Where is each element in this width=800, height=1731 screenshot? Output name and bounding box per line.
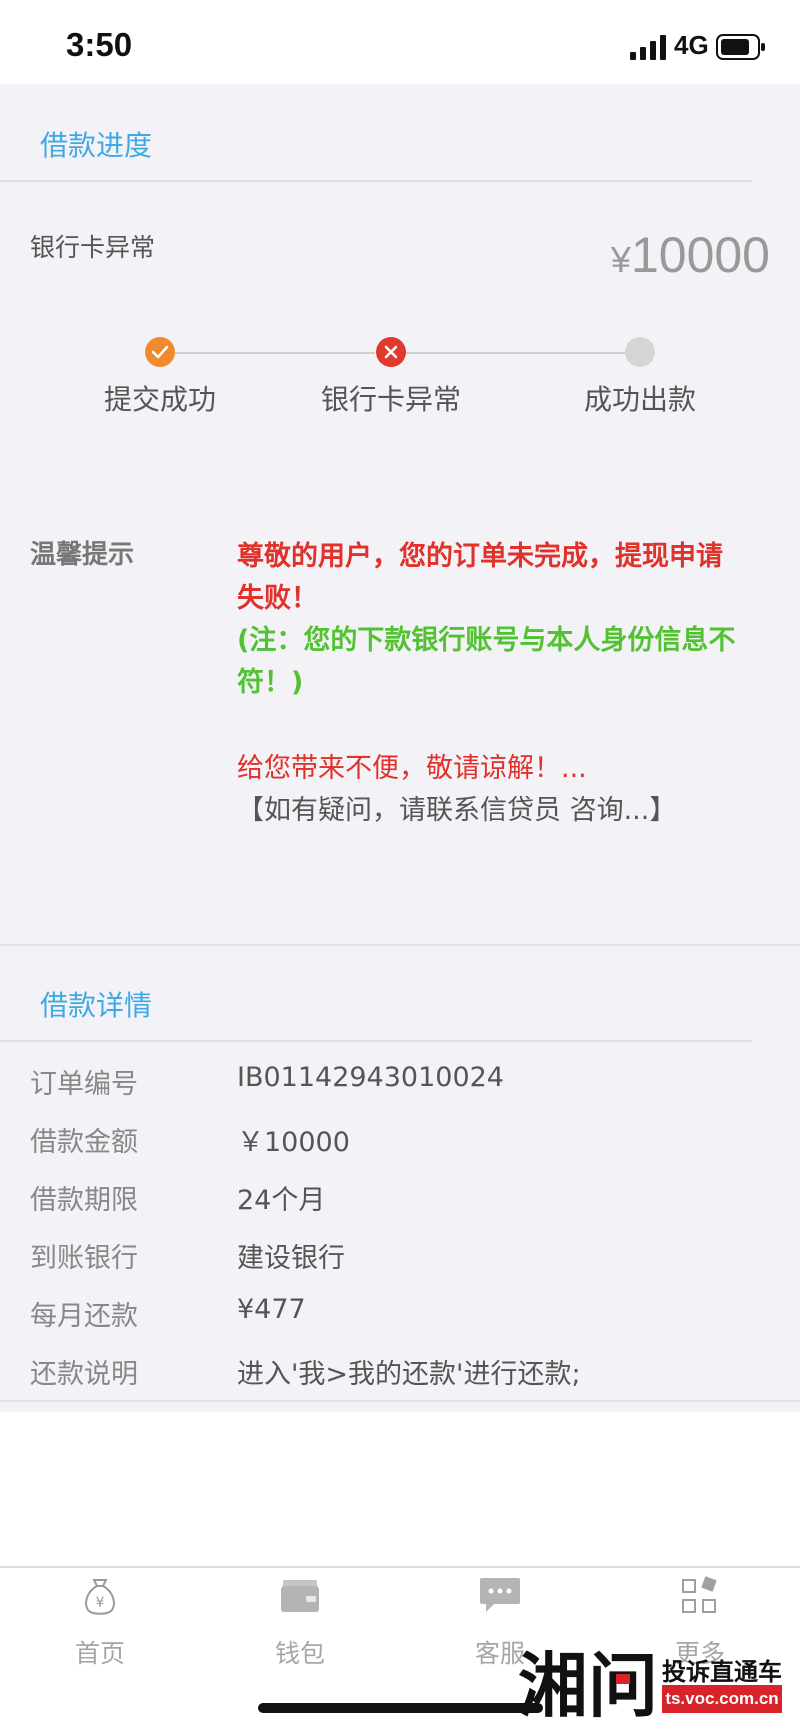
- header-divider: [0, 1040, 752, 1042]
- repayment-note-value: 进入'我>我的还款'进行还款;: [237, 1359, 581, 1390]
- signal-icon: [630, 35, 666, 60]
- watermark-domain: ts.voc.com.cn: [662, 1685, 782, 1713]
- detail-label: 借款金额: [30, 1127, 138, 1158]
- loan-term-value: 24个月: [237, 1185, 326, 1216]
- step-error-icon: [376, 337, 406, 367]
- section-divider: [0, 944, 800, 946]
- tip-apology: 给您带来不便，敬请谅解！...: [237, 753, 587, 784]
- watermark-name: 投诉直通车: [662, 1658, 782, 1686]
- loan-status-text: 银行卡异常: [30, 233, 156, 262]
- step-label: 提交成功: [103, 383, 216, 416]
- home-indicator[interactable]: [258, 1703, 543, 1713]
- money-bag-icon: ¥: [85, 1579, 115, 1615]
- tip-label: 温馨提示: [30, 540, 135, 570]
- status-time: 3:50: [66, 26, 133, 63]
- blank-area: [0, 1412, 800, 1567]
- progress-section-title: 借款进度: [40, 129, 153, 162]
- tip-message: 失败！: [237, 583, 318, 614]
- amount-value: 10000: [630, 227, 770, 283]
- step-done-icon: [145, 337, 175, 367]
- tab-home[interactable]: ¥ 首页: [0, 1574, 200, 1670]
- grid-icon: [682, 1576, 717, 1613]
- detail-label: 借款期限: [30, 1185, 138, 1216]
- chat-icon: [480, 1578, 520, 1612]
- tip-note: 符！): [237, 667, 304, 698]
- step-pending-icon: [625, 337, 655, 367]
- tab-label: 首页: [74, 1639, 125, 1668]
- tab-label: 钱包: [274, 1639, 325, 1668]
- step-label: 银行卡异常: [320, 383, 461, 416]
- tip-contact: 【如有疑问，请联系信贷员 咨询...】: [237, 795, 677, 826]
- tip-message: 尊敬的用户，您的订单未完成，提现申请: [237, 541, 723, 572]
- tab-wallet[interactable]: 钱包: [200, 1574, 400, 1670]
- svg-text:¥: ¥: [96, 1595, 105, 1611]
- section-divider: [0, 1400, 800, 1402]
- loan-amount: ¥10000: [611, 226, 770, 284]
- currency-symbol: ¥: [610, 239, 631, 280]
- network-type: 4G: [674, 30, 709, 60]
- step-label: 成功出款: [583, 383, 696, 416]
- progress-connector: [405, 352, 625, 354]
- tip-note: (注：您的下款银行账号与本人身份信息不: [237, 625, 736, 656]
- detail-label: 每月还款: [30, 1301, 138, 1332]
- detail-label: 订单编号: [30, 1069, 138, 1100]
- detail-label: 还款说明: [30, 1359, 138, 1390]
- details-section-title: 借款详情: [40, 989, 153, 1022]
- bank-value: 建设银行: [237, 1243, 345, 1274]
- order-number: IB01142943010024: [237, 1062, 504, 1093]
- battery-icon: [716, 34, 765, 60]
- header-divider: [0, 180, 752, 182]
- monthly-payment-value: ¥477: [237, 1294, 306, 1325]
- wallet-icon: [281, 1580, 319, 1612]
- progress-connector: [175, 352, 375, 354]
- loan-amount-value: ￥10000: [237, 1127, 350, 1158]
- detail-label: 到账银行: [30, 1243, 138, 1274]
